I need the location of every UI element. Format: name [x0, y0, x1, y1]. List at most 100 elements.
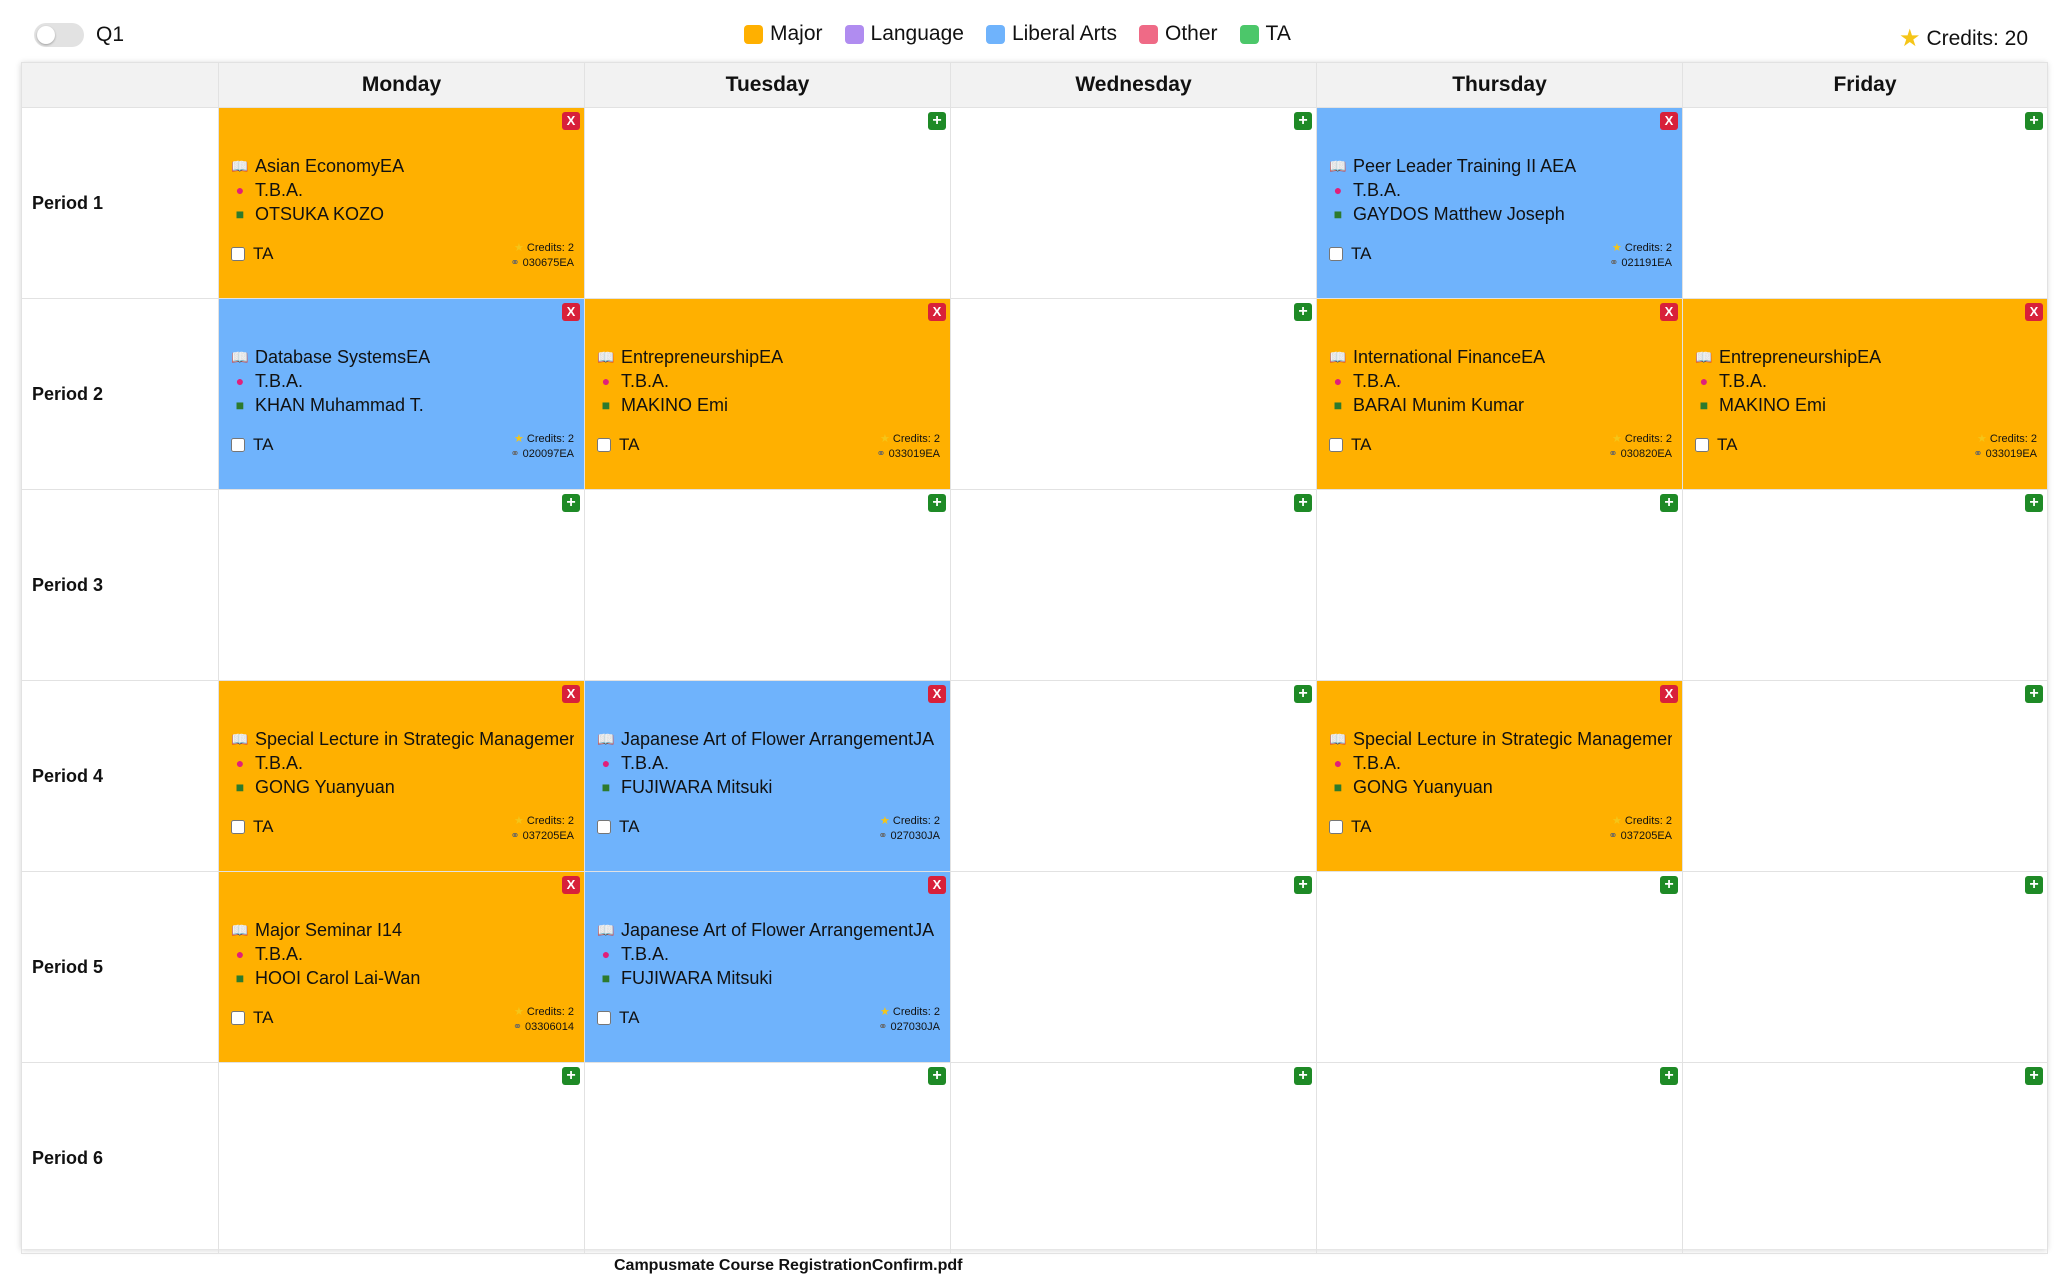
ta-checkbox[interactable] — [597, 438, 611, 452]
slot-cell[interactable]: X 📖 Japanese Art of Flower ArrangementJA ● T… — [584, 680, 951, 872]
slot-cell[interactable]: + — [1316, 871, 1683, 1063]
slot-cell[interactable]: + — [1682, 871, 2048, 1063]
add-course-button[interactable]: + — [562, 1067, 580, 1085]
add-course-button[interactable]: + — [1294, 685, 1312, 703]
course-card[interactable]: X 📖 International FinanceEA ● T.B.A. ■ BARAI M… — [1317, 299, 1682, 489]
ta-checkbox[interactable] — [231, 820, 245, 834]
remove-course-button[interactable]: X — [928, 876, 946, 894]
slot-cell[interactable]: X 📖 Major Seminar I14 ● T.B.A. ■ HOOI Carol La… — [218, 871, 585, 1063]
slot-cell[interactable]: + — [950, 871, 1317, 1063]
add-course-button[interactable]: + — [928, 1067, 946, 1085]
ta-checkbox[interactable] — [231, 438, 245, 452]
add-course-button[interactable]: + — [562, 494, 580, 512]
remove-course-button[interactable]: X — [928, 303, 946, 321]
period-row: Period 1 X 📖 Asian EconomyEA ● T.B.A. ■ OTSUKA … — [21, 107, 2048, 299]
slot-cell[interactable]: + — [950, 680, 1317, 872]
course-card[interactable]: X 📖 Asian EconomyEA ● T.B.A. ■ OTSUKA KOZO TA ★ C… — [219, 108, 584, 298]
slot-cell[interactable]: + — [584, 1062, 951, 1254]
course-card[interactable]: X 📖 Special Lecture in Strategic Managemen… — [219, 681, 584, 871]
slot-cell[interactable]: + — [1682, 680, 2048, 872]
ta-checkbox[interactable] — [231, 1011, 245, 1025]
course-card[interactable]: X 📖 EntrepreneurshipEA ● T.B.A. ■ MAKINO Emi TA… — [1683, 299, 2047, 489]
add-course-button[interactable]: + — [928, 494, 946, 512]
remove-course-button[interactable]: X — [1660, 303, 1678, 321]
ta-checkbox[interactable] — [1329, 820, 1343, 834]
course-room-line: ● T.B.A. — [231, 942, 574, 966]
ta-option[interactable]: TA — [1695, 435, 1737, 455]
slot-cell[interactable]: + — [1682, 489, 2048, 681]
ta-option[interactable]: TA — [597, 435, 639, 455]
ta-option[interactable]: TA — [231, 1008, 273, 1028]
ta-option[interactable]: TA — [231, 817, 273, 837]
ta-option[interactable]: TA — [231, 244, 273, 264]
course-title-line: 📖 Japanese Art of Flower ArrangementJA — [597, 727, 940, 751]
course-card[interactable]: X 📖 Peer Leader Training II AEA ● T.B.A. ■ GAY… — [1317, 108, 1682, 298]
slot-cell[interactable]: + — [950, 489, 1317, 681]
course-card[interactable]: X 📖 Japanese Art of Flower ArrangementJA ● T… — [585, 872, 950, 1062]
course-card[interactable]: X 📖 EntrepreneurshipEA ● T.B.A. ■ MAKINO Emi TA… — [585, 299, 950, 489]
slot-cell[interactable]: X 📖 Japanese Art of Flower ArrangementJA ● T… — [584, 871, 951, 1063]
remove-course-button[interactable]: X — [1660, 112, 1678, 130]
add-course-button[interactable]: + — [2025, 1067, 2043, 1085]
ta-option[interactable]: TA — [1329, 817, 1371, 837]
ta-checkbox[interactable] — [1329, 247, 1343, 261]
add-course-button[interactable]: + — [1294, 494, 1312, 512]
ta-option[interactable]: TA — [1329, 435, 1371, 455]
course-card[interactable]: X 📖 Japanese Art of Flower ArrangementJA ● T… — [585, 681, 950, 871]
ta-checkbox[interactable] — [1695, 438, 1709, 452]
slot-cell[interactable]: X 📖 EntrepreneurshipEA ● T.B.A. ■ MAKINO Emi TA… — [584, 298, 951, 490]
course-card[interactable]: X 📖 Database SystemsEA ● T.B.A. ■ KHAN Muhamma… — [219, 299, 584, 489]
add-course-button[interactable]: + — [1660, 1067, 1678, 1085]
course-card[interactable]: X 📖 Special Lecture in Strategic Managemen… — [1317, 681, 1682, 871]
ta-option[interactable]: TA — [231, 435, 273, 455]
slot-cell[interactable]: + — [1316, 489, 1683, 681]
remove-course-button[interactable]: X — [1660, 685, 1678, 703]
remove-course-button[interactable]: X — [928, 685, 946, 703]
add-course-button[interactable]: + — [1294, 303, 1312, 321]
slot-cell[interactable]: X 📖 International FinanceEA ● T.B.A. ■ BARAI M… — [1316, 298, 1683, 490]
slot-cell[interactable]: X 📖 Database SystemsEA ● T.B.A. ■ KHAN Muhamma… — [218, 298, 585, 490]
remove-course-button[interactable]: X — [2025, 303, 2043, 321]
slot-cell[interactable]: X 📖 Special Lecture in Strategic Managemen… — [1316, 680, 1683, 872]
remove-course-button[interactable]: X — [562, 303, 580, 321]
ta-checkbox[interactable] — [597, 1011, 611, 1025]
add-course-button[interactable]: + — [1294, 112, 1312, 130]
add-course-button[interactable]: + — [2025, 685, 2043, 703]
slot-cell[interactable]: + — [1682, 107, 2048, 299]
slot-cell[interactable]: X 📖 Peer Leader Training II AEA ● T.B.A. ■ GAY… — [1316, 107, 1683, 299]
ta-option[interactable]: TA — [597, 1008, 639, 1028]
add-course-button[interactable]: + — [1660, 494, 1678, 512]
slot-cell[interactable]: + — [218, 1062, 585, 1254]
ta-option[interactable]: TA — [1329, 244, 1371, 264]
slot-cell[interactable]: X 📖 Asian EconomyEA ● T.B.A. ■ OTSUKA KOZO TA ★ C… — [218, 107, 585, 299]
add-course-button[interactable]: + — [1660, 876, 1678, 894]
add-course-button[interactable]: + — [2025, 876, 2043, 894]
course-teacher-line: ■ FUJIWARA Mitsuki — [597, 775, 940, 799]
add-course-button[interactable]: + — [2025, 494, 2043, 512]
slot-cell[interactable]: + — [950, 1062, 1317, 1254]
course-code: 037205EA — [522, 830, 574, 842]
slot-cell[interactable]: + — [1316, 1062, 1683, 1254]
add-course-button[interactable]: + — [1294, 1067, 1312, 1085]
slot-cell[interactable]: + — [218, 489, 585, 681]
ta-checkbox[interactable] — [597, 820, 611, 834]
ta-checkbox[interactable] — [231, 247, 245, 261]
remove-course-button[interactable]: X — [562, 685, 580, 703]
slot-cell[interactable]: + — [950, 107, 1317, 299]
add-course-button[interactable]: + — [928, 112, 946, 130]
slot-cell[interactable]: + — [584, 489, 951, 681]
slot-cell[interactable]: + — [1682, 1062, 2048, 1254]
ta-checkbox[interactable] — [1329, 438, 1343, 452]
quarter-toggle[interactable] — [34, 23, 84, 47]
slot-cell[interactable]: X 📖 Special Lecture in Strategic Managemen… — [218, 680, 585, 872]
course-card[interactable]: X 📖 Major Seminar I14 ● T.B.A. ■ HOOI Carol La… — [219, 872, 584, 1062]
add-course-button[interactable]: + — [1294, 876, 1312, 894]
toggle-knob[interactable] — [37, 26, 55, 44]
remove-course-button[interactable]: X — [562, 876, 580, 894]
slot-cell[interactable]: X 📖 EntrepreneurshipEA ● T.B.A. ■ MAKINO Emi TA… — [1682, 298, 2048, 490]
add-course-button[interactable]: + — [2025, 112, 2043, 130]
remove-course-button[interactable]: X — [562, 112, 580, 130]
slot-cell[interactable]: + — [950, 298, 1317, 490]
slot-cell[interactable]: + — [584, 107, 951, 299]
ta-option[interactable]: TA — [597, 817, 639, 837]
